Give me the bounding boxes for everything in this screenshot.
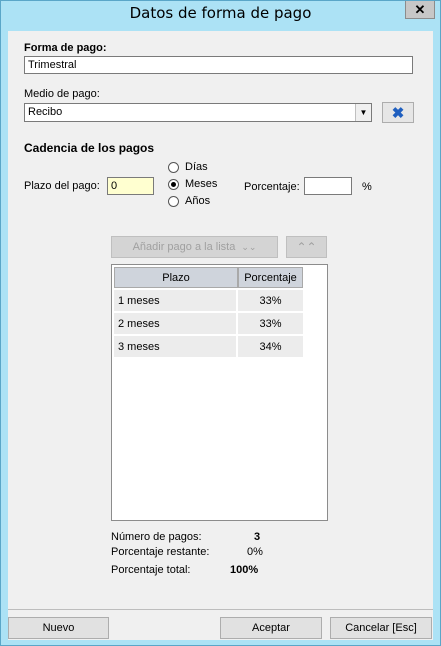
forma-pago-input[interactable]: Trimestral: [24, 56, 413, 74]
double-chevron-down-icon: ⌄⌄: [241, 241, 257, 252]
porcentaje-total-label: Porcentaje total:: [111, 564, 191, 576]
aceptar-button[interactable]: Aceptar: [220, 617, 322, 639]
porcentaje-total-value: 100%: [230, 564, 259, 576]
plazo-label: Plazo del pago:: [24, 180, 100, 192]
radio-label: Meses: [185, 178, 218, 190]
porcentaje-cell[interactable]: 33%: [238, 313, 303, 334]
cadencia-heading: Cadencia de los pagos: [24, 141, 155, 155]
column-header-porcentaje[interactable]: Porcentaje: [238, 267, 303, 288]
radio-anos[interactable]: [168, 196, 179, 207]
plazo-cell[interactable]: 1 meses: [114, 290, 236, 311]
porcentaje-cell[interactable]: 33%: [238, 290, 303, 311]
remove-payment-button[interactable]: ⌃⌃: [286, 236, 327, 258]
porcentaje-label: Porcentaje:: [244, 181, 300, 193]
numero-pagos-label: Número de pagos:: [111, 531, 202, 543]
porcentaje-restante-label: Porcentaje restante:: [111, 546, 210, 558]
medio-pago-label: Medio de pago:: [24, 88, 100, 100]
dialog-body: Forma de pago: Trimestral Medio de pago:…: [8, 31, 433, 640]
plazo-input[interactable]: 0: [107, 177, 154, 195]
title-bar[interactable]: Datos de forma de pago ✕: [1, 1, 440, 25]
forma-pago-label: Forma de pago:: [24, 42, 107, 54]
add-payment-button[interactable]: Añadir pago a la lista ⌄⌄: [111, 236, 278, 258]
porcentaje-cell[interactable]: 34%: [238, 336, 303, 357]
dialog-window: Datos de forma de pago ✕ Forma de pago: …: [0, 0, 441, 646]
porcentaje-restante-value: 0%: [247, 546, 263, 558]
chevron-down-icon[interactable]: ▼: [355, 104, 371, 121]
radio-label: Días: [185, 161, 208, 173]
porcentaje-input[interactable]: [304, 177, 352, 195]
numero-pagos-value: 3: [254, 531, 261, 543]
payments-table[interactable]: Plazo Porcentaje 1 meses 33% 2 meses 33% 3 m…: [111, 264, 328, 521]
radio-meses[interactable]: [168, 179, 179, 190]
nuevo-button[interactable]: Nuevo: [8, 617, 109, 639]
clear-medio-button[interactable]: ✖: [382, 102, 414, 123]
close-button[interactable]: ✕: [405, 1, 435, 19]
footer-divider: [8, 609, 433, 610]
column-header-plazo[interactable]: Plazo: [114, 267, 238, 288]
add-payment-label: Añadir pago a la lista: [132, 241, 236, 253]
cancelar-button[interactable]: Cancelar [Esc]: [330, 617, 432, 639]
close-icon: ✖: [391, 104, 405, 122]
double-chevron-up-icon: ⌃⌃: [296, 240, 317, 254]
window-title: Datos de forma de pago: [129, 4, 312, 22]
radio-dias[interactable]: [168, 162, 179, 173]
plazo-cell[interactable]: 3 meses: [114, 336, 236, 357]
medio-pago-select[interactable]: Recibo ▼: [24, 103, 372, 122]
plazo-cell[interactable]: 2 meses: [114, 313, 236, 334]
percent-sign: %: [362, 181, 372, 193]
medio-pago-value: Recibo: [28, 106, 63, 118]
radio-label: Años: [185, 195, 211, 207]
